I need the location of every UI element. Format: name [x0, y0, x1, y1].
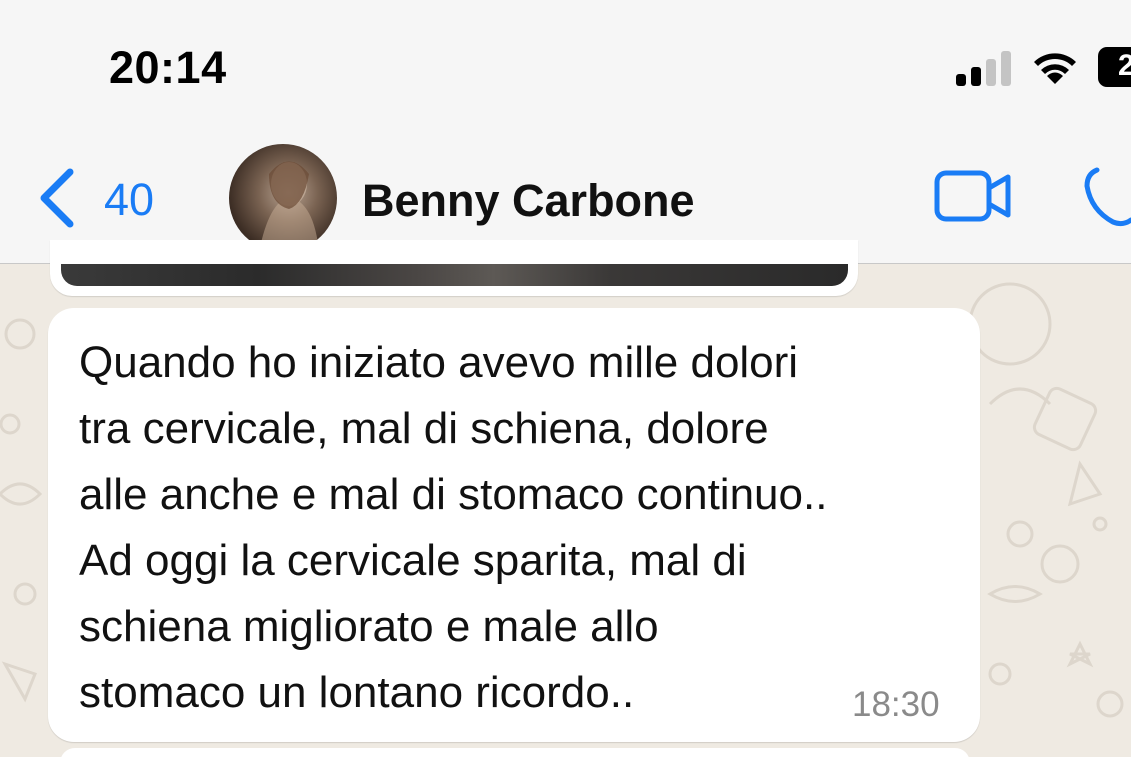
phone-icon[interactable]	[1083, 166, 1131, 228]
contact-name[interactable]: Benny Carbone	[362, 175, 695, 227]
message-text: Quando ho iniziato avevo mille dolori tr…	[79, 330, 959, 726]
message-line: schiena migliorato e male allo	[79, 602, 659, 651]
message-line: stomaco un lontano ricordo..	[79, 668, 635, 717]
next-message-bubble[interactable]	[60, 748, 970, 757]
signal-icon	[956, 51, 1011, 86]
status-bar: 20:14 2	[0, 0, 1131, 130]
status-time: 20:14	[109, 42, 227, 93]
image-preview[interactable]	[61, 264, 848, 286]
message-line: Quando ho iniziato avevo mille dolori	[79, 338, 799, 387]
message-line: tra cervicale, mal di schiena, dolore	[79, 404, 769, 453]
avatar[interactable]	[229, 144, 337, 252]
battery-level: 2	[1118, 49, 1131, 82]
message-timestamp: 18:30	[852, 685, 940, 724]
back-unread-count[interactable]: 40	[104, 174, 154, 226]
wifi-icon	[1034, 53, 1076, 84]
chevron-left-icon[interactable]	[36, 168, 76, 228]
message-line: alle anche e mal di stomaco continuo..	[79, 470, 828, 519]
video-call-icon[interactable]	[934, 170, 1012, 222]
message-bubble[interactable]: Quando ho iniziato avevo mille dolori tr…	[48, 308, 980, 742]
message-line: Ad oggi la cervicale sparita, mal di	[79, 536, 747, 585]
battery-icon: 2	[1098, 47, 1131, 87]
